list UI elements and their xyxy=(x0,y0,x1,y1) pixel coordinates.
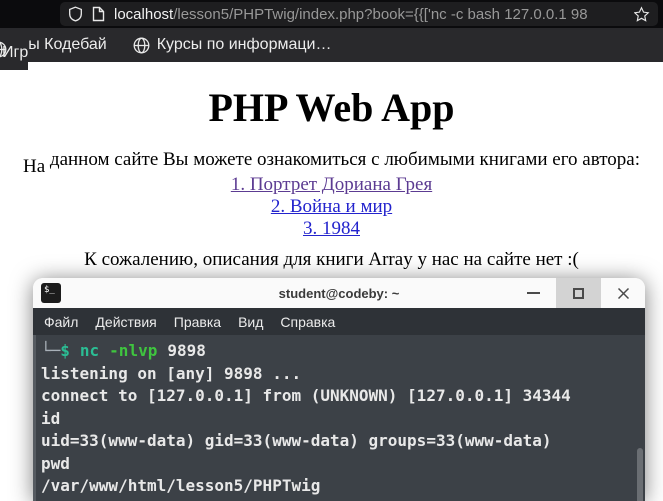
terminal-titlebar[interactable]: $_ student@codeby: ~ xyxy=(33,278,645,308)
menu-file[interactable]: Файл xyxy=(44,314,78,330)
menu-view[interactable]: Вид xyxy=(238,314,263,330)
command-arg: 9898 xyxy=(167,341,206,360)
url-text[interactable]: localhost/lesson5/PHPTwig/index.php?book… xyxy=(114,6,624,23)
screenshot-root: localhost/lesson5/PHPTwig/index.php?book… xyxy=(0,0,663,501)
bookmark-star-icon[interactable] xyxy=(633,5,650,23)
prompt-tail: └─ xyxy=(41,341,61,360)
command-flag: -nlvp xyxy=(109,341,158,360)
browser-toolbar: localhost/lesson5/PHPTwig/index.php?book… xyxy=(0,0,663,28)
minimize-icon xyxy=(527,292,540,294)
terminal-line: connect to [127.0.0.1] from (UNKNOWN) [1… xyxy=(41,386,571,405)
maximize-icon xyxy=(573,287,584,299)
page-icon[interactable] xyxy=(92,6,105,22)
maximize-button[interactable] xyxy=(556,278,601,308)
bookmark-label: Игры Кодебай xyxy=(2,36,107,61)
bookmark-label: Курсы по информаци… xyxy=(156,36,332,53)
url-host: localhost xyxy=(114,5,174,23)
book-link-3[interactable]: 3. 1984 xyxy=(0,218,663,240)
close-icon xyxy=(617,287,629,299)
terminal-prompt-line: └─$ nc -nlvp 9898 xyxy=(41,340,639,363)
book-link-1[interactable]: 1. Портрет Дориана Грея xyxy=(0,174,663,196)
prompt-symbol: $ xyxy=(60,341,70,360)
url-bar[interactable]: localhost/lesson5/PHPTwig/index.php?book… xyxy=(60,2,658,26)
terminal-menubar: Файл Действия Правка Вид Справка xyxy=(33,308,645,335)
terminal-line: listening on [any] 9898 ... xyxy=(41,363,302,383)
sorry-message: К сожалению, описания для книги Array у … xyxy=(84,249,579,270)
bookmark-label-suffix: ы Кодебай xyxy=(28,36,107,53)
shield-icon[interactable] xyxy=(68,6,83,22)
menu-help[interactable]: Справка xyxy=(280,314,335,330)
url-path: /lesson5/PHPTwig/index.php?book={{['nc -… xyxy=(173,5,588,23)
bookmarks-bar: Игры Кодебай Курсы по информаци… xyxy=(0,28,663,62)
bookmarks-bar-notch xyxy=(0,62,28,70)
intro-first-word: На xyxy=(23,156,46,177)
intro-rest: данном сайте Вы можете ознакомиться с лю… xyxy=(49,149,640,170)
page-title: PHP Web App xyxy=(208,85,455,130)
globe-icon xyxy=(133,37,150,53)
bookmark-item-igry-kodebay[interactable]: Игры Кодебай xyxy=(2,36,107,61)
terminal-line: pwd xyxy=(41,453,70,473)
close-button[interactable] xyxy=(601,278,645,308)
intro-paragraph: На данном сайте Вы можете ознакомиться с… xyxy=(0,149,663,177)
terminal-line: uid=33(www-data) gid=33(www-data) groups… xyxy=(41,431,552,450)
minimize-button[interactable] xyxy=(511,278,556,308)
terminal-line: id xyxy=(41,408,61,428)
command-name: nc xyxy=(79,341,100,360)
terminal-scrollbar-thumb[interactable] xyxy=(637,448,643,501)
book-links: 1. Портрет Дориана Грея 2. Война и мир 3… xyxy=(0,174,663,240)
bookmark-item-kursy[interactable]: Курсы по информаци… xyxy=(133,36,332,54)
terminal-window: $_ student@codeby: ~ Файл Действия Правк… xyxy=(33,278,645,501)
terminal-line: /var/www/html/lesson5/PHPTwig xyxy=(41,476,321,495)
bookmark-label-prefix: Игр xyxy=(2,44,29,61)
menu-edit[interactable]: Правка xyxy=(174,314,221,330)
terminal-output[interactable]: └─$ nc -nlvp 9898 listening on [any] 9898 .… xyxy=(33,335,645,501)
menu-actions[interactable]: Действия xyxy=(95,314,156,330)
terminal-line-partial: Ac xyxy=(41,498,639,501)
book-link-2[interactable]: 2. Война и мир xyxy=(0,196,663,218)
